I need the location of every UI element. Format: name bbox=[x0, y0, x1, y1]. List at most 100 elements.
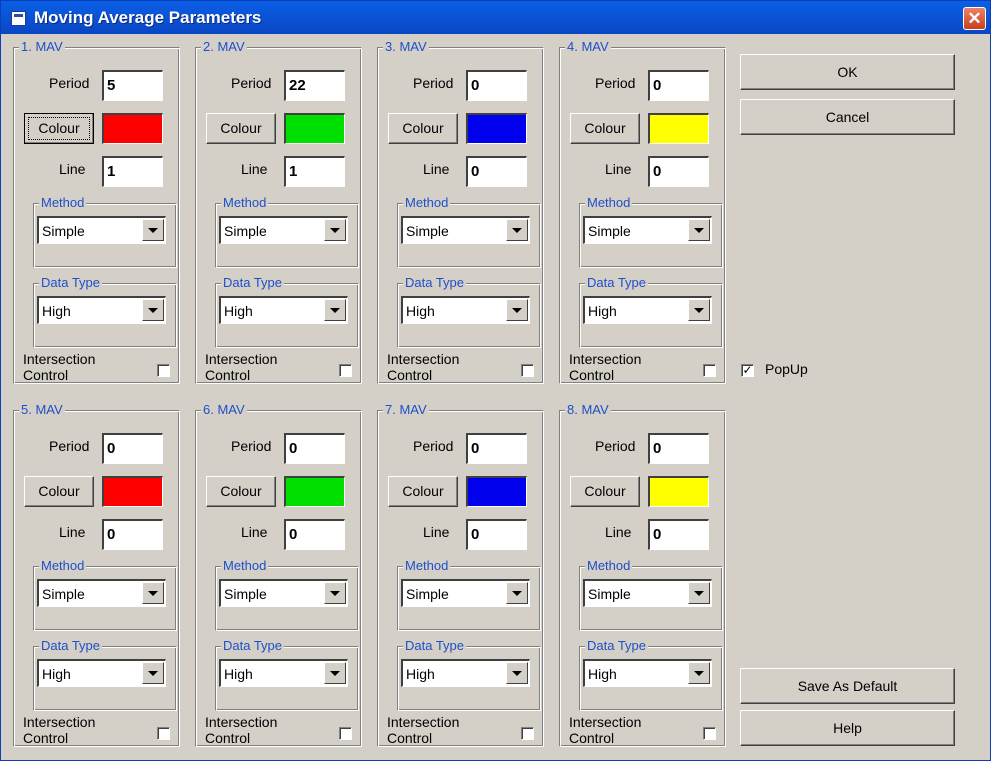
colour-swatch[interactable] bbox=[102, 113, 163, 144]
intersection-label-line2: Control bbox=[387, 730, 433, 746]
window-title: Moving Average Parameters bbox=[34, 8, 262, 27]
line-input[interactable]: 1 bbox=[284, 156, 345, 187]
mav-group-title: 3. MAV bbox=[383, 39, 429, 55]
method-select[interactable]: Simple bbox=[583, 216, 712, 244]
data-type-select[interactable]: High bbox=[401, 659, 530, 687]
data-type-select[interactable]: High bbox=[37, 296, 166, 324]
line-input[interactable]: 0 bbox=[102, 519, 163, 550]
intersection-control-checkbox[interactable] bbox=[339, 364, 352, 377]
data-type-select[interactable]: High bbox=[37, 659, 166, 687]
method-value: Simple bbox=[406, 586, 449, 602]
method-select[interactable]: Simple bbox=[219, 579, 348, 607]
method-select[interactable]: Simple bbox=[401, 579, 530, 607]
chevron-down-icon[interactable] bbox=[324, 662, 346, 684]
line-input[interactable]: 0 bbox=[648, 519, 709, 550]
line-input[interactable]: 0 bbox=[466, 156, 527, 187]
chevron-down-icon[interactable] bbox=[688, 582, 710, 604]
chevron-down-icon[interactable] bbox=[506, 662, 528, 684]
method-label: Method bbox=[221, 558, 269, 574]
chevron-down-icon[interactable] bbox=[506, 219, 528, 241]
data-type-select[interactable]: High bbox=[583, 296, 712, 324]
data-type-group: Data Type High bbox=[215, 275, 359, 348]
intersection-control-label: Intersection Control bbox=[387, 351, 459, 383]
chevron-down-icon[interactable] bbox=[324, 299, 346, 321]
period-input[interactable]: 0 bbox=[284, 433, 345, 464]
help-button[interactable]: Help bbox=[740, 710, 955, 746]
colour-button[interactable]: Colour bbox=[24, 476, 94, 507]
period-input[interactable]: 0 bbox=[102, 433, 163, 464]
intersection-control-label: Intersection Control bbox=[23, 714, 95, 746]
colour-button[interactable]: Colour bbox=[570, 476, 640, 507]
line-input[interactable]: 0 bbox=[648, 156, 709, 187]
ok-button[interactable]: OK bbox=[740, 54, 955, 90]
period-input[interactable]: 0 bbox=[466, 433, 527, 464]
chevron-down-icon[interactable] bbox=[506, 582, 528, 604]
method-select[interactable]: Simple bbox=[401, 216, 530, 244]
colour-button[interactable]: Colour bbox=[24, 113, 94, 144]
intersection-control-checkbox[interactable] bbox=[157, 727, 170, 740]
method-select[interactable]: Simple bbox=[219, 216, 348, 244]
intersection-label-line2: Control bbox=[23, 367, 69, 383]
colour-button[interactable]: Colour bbox=[388, 476, 458, 507]
colour-swatch[interactable] bbox=[284, 113, 345, 144]
method-group: Method Simple bbox=[33, 558, 177, 631]
chevron-down-icon[interactable] bbox=[324, 582, 346, 604]
line-input[interactable]: 0 bbox=[466, 519, 527, 550]
colour-swatch[interactable] bbox=[284, 476, 345, 507]
colour-swatch[interactable] bbox=[102, 476, 163, 507]
line-label: Line bbox=[423, 161, 450, 177]
period-input[interactable]: 22 bbox=[284, 70, 345, 101]
mav-group-title: 6. MAV bbox=[201, 402, 247, 418]
method-value: Simple bbox=[406, 223, 449, 239]
colour-swatch[interactable] bbox=[466, 113, 527, 144]
method-label: Method bbox=[585, 195, 633, 211]
period-input[interactable]: 0 bbox=[648, 433, 709, 464]
chevron-down-icon[interactable] bbox=[142, 299, 164, 321]
intersection-control-checkbox[interactable] bbox=[703, 727, 716, 740]
intersection-label-line1: Intersection bbox=[569, 714, 642, 730]
period-input[interactable]: 0 bbox=[466, 70, 527, 101]
line-input[interactable]: 0 bbox=[284, 519, 345, 550]
chevron-down-icon[interactable] bbox=[688, 219, 710, 241]
colour-button[interactable]: Colour bbox=[570, 113, 640, 144]
chevron-down-icon[interactable] bbox=[142, 582, 164, 604]
data-type-select[interactable]: High bbox=[219, 659, 348, 687]
colour-swatch[interactable] bbox=[648, 476, 709, 507]
method-group: Method Simple bbox=[397, 195, 541, 268]
colour-button[interactable]: Colour bbox=[206, 476, 276, 507]
colour-button[interactable]: Colour bbox=[206, 113, 276, 144]
data-type-label: Data Type bbox=[221, 638, 285, 654]
chevron-down-icon[interactable] bbox=[142, 662, 164, 684]
chevron-down-icon[interactable] bbox=[688, 662, 710, 684]
save-as-default-button[interactable]: Save As Default bbox=[740, 668, 955, 704]
method-select[interactable]: Simple bbox=[37, 579, 166, 607]
cancel-button[interactable]: Cancel bbox=[740, 99, 955, 135]
intersection-control-label: Intersection Control bbox=[569, 714, 641, 746]
dialog-window: Moving Average Parameters ✕ 1. MAV Period… bbox=[0, 0, 991, 761]
intersection-control-checkbox[interactable] bbox=[339, 727, 352, 740]
intersection-control-checkbox[interactable] bbox=[521, 364, 534, 377]
title-bar[interactable]: Moving Average Parameters ✕ bbox=[1, 1, 990, 34]
chevron-down-icon[interactable] bbox=[324, 219, 346, 241]
period-input[interactable]: 5 bbox=[102, 70, 163, 101]
data-type-select[interactable]: High bbox=[583, 659, 712, 687]
intersection-control-checkbox[interactable] bbox=[157, 364, 170, 377]
close-button[interactable]: ✕ bbox=[963, 7, 986, 30]
chevron-down-icon[interactable] bbox=[688, 299, 710, 321]
data-type-select[interactable]: High bbox=[219, 296, 348, 324]
intersection-control-checkbox[interactable] bbox=[703, 364, 716, 377]
method-select[interactable]: Simple bbox=[37, 216, 166, 244]
chevron-down-icon[interactable] bbox=[142, 219, 164, 241]
period-label: Period bbox=[595, 75, 636, 91]
method-select[interactable]: Simple bbox=[583, 579, 712, 607]
colour-button[interactable]: Colour bbox=[388, 113, 458, 144]
period-label: Period bbox=[413, 75, 454, 91]
colour-swatch[interactable] bbox=[648, 113, 709, 144]
colour-swatch[interactable] bbox=[466, 476, 527, 507]
intersection-control-checkbox[interactable] bbox=[521, 727, 534, 740]
popup-checkbox[interactable]: ✓ bbox=[741, 364, 754, 377]
line-input[interactable]: 1 bbox=[102, 156, 163, 187]
chevron-down-icon[interactable] bbox=[506, 299, 528, 321]
data-type-select[interactable]: High bbox=[401, 296, 530, 324]
period-input[interactable]: 0 bbox=[648, 70, 709, 101]
